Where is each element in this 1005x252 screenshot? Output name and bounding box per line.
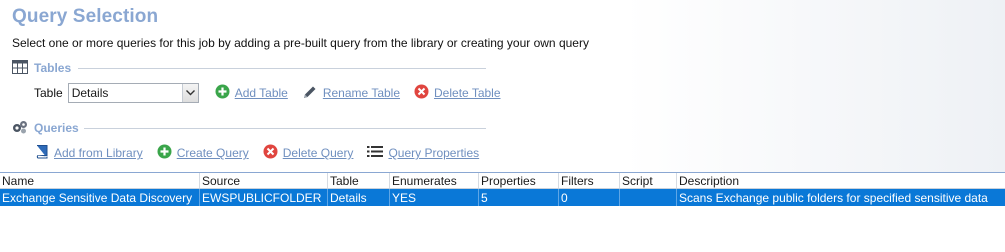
table-select[interactable]: Details	[67, 83, 199, 103]
query-properties-button[interactable]: Query Properties	[367, 145, 479, 161]
gears-icon	[12, 120, 28, 137]
add-table-button[interactable]: Add Table	[215, 84, 288, 102]
cell-filters: 0	[559, 189, 620, 206]
tables-heading: Tables	[34, 61, 72, 75]
background-glow	[625, 0, 1005, 175]
add-from-library-button[interactable]: Add from Library	[34, 144, 143, 162]
list-icon	[367, 145, 384, 161]
rename-table-label: Rename Table	[322, 86, 401, 100]
tables-divider	[78, 68, 486, 69]
column-header-filters[interactable]: Filters	[559, 173, 620, 188]
queries-heading: Queries	[34, 121, 79, 135]
column-header-enumerates[interactable]: Enumerates	[390, 173, 479, 188]
tables-section-header: Tables	[12, 59, 71, 77]
column-header-table[interactable]: Table	[328, 173, 390, 188]
query-properties-label: Query Properties	[388, 146, 480, 160]
column-header-description[interactable]: Description	[677, 173, 1005, 188]
cell-properties: 5	[479, 189, 559, 206]
page-title: Query Selection	[12, 6, 159, 27]
delete-icon	[414, 84, 429, 102]
table-label: Table	[34, 86, 63, 100]
book-icon	[34, 144, 49, 162]
cell-table: Details	[328, 189, 390, 206]
column-header-script[interactable]: Script	[620, 173, 677, 188]
table-row[interactable]: Exchange Sensitive Data Discovery EWSPUB…	[0, 189, 1005, 206]
column-header-properties[interactable]: Properties	[479, 173, 559, 188]
create-query-button[interactable]: Create Query	[157, 144, 249, 162]
queries-divider	[84, 128, 486, 129]
page-subtitle: Select one or more queries for this job …	[12, 36, 589, 50]
add-icon	[215, 84, 230, 102]
queries-toolbar: Add from Library Create Query Delete Que…	[34, 142, 493, 164]
query-grid: Name Source Table Enumerates Properties …	[0, 172, 1005, 206]
table-select-value: Details	[71, 86, 109, 100]
delete-query-button[interactable]: Delete Query	[263, 144, 354, 162]
table-grid-icon	[12, 59, 28, 77]
tables-toolbar: Table Details Add Table Rename Table Del…	[34, 82, 515, 104]
add-icon	[157, 144, 172, 162]
cell-source: EWSPUBLICFOLDER	[200, 189, 328, 206]
chevron-down-icon[interactable]	[181, 84, 198, 102]
cell-description: Scans Exchange public folders for specif…	[679, 190, 988, 205]
delete-table-label: Delete Table	[434, 86, 501, 100]
grid-header: Name Source Table Enumerates Properties …	[0, 172, 1005, 189]
create-query-label: Create Query	[176, 146, 249, 160]
delete-query-label: Delete Query	[282, 146, 354, 160]
delete-table-button[interactable]: Delete Table	[414, 84, 501, 102]
column-header-name[interactable]: Name	[0, 173, 200, 188]
delete-icon	[263, 144, 278, 162]
cell-enumerates: YES	[390, 189, 479, 206]
column-header-source[interactable]: Source	[200, 173, 328, 188]
cell-name: Exchange Sensitive Data Discovery	[0, 189, 200, 206]
rename-table-button[interactable]: Rename Table	[302, 84, 400, 103]
cell-script	[620, 189, 677, 206]
add-table-label: Add Table	[234, 86, 288, 100]
add-from-library-label: Add from Library	[54, 146, 143, 160]
queries-section-header: Queries	[12, 119, 79, 137]
pencil-icon	[302, 84, 318, 103]
